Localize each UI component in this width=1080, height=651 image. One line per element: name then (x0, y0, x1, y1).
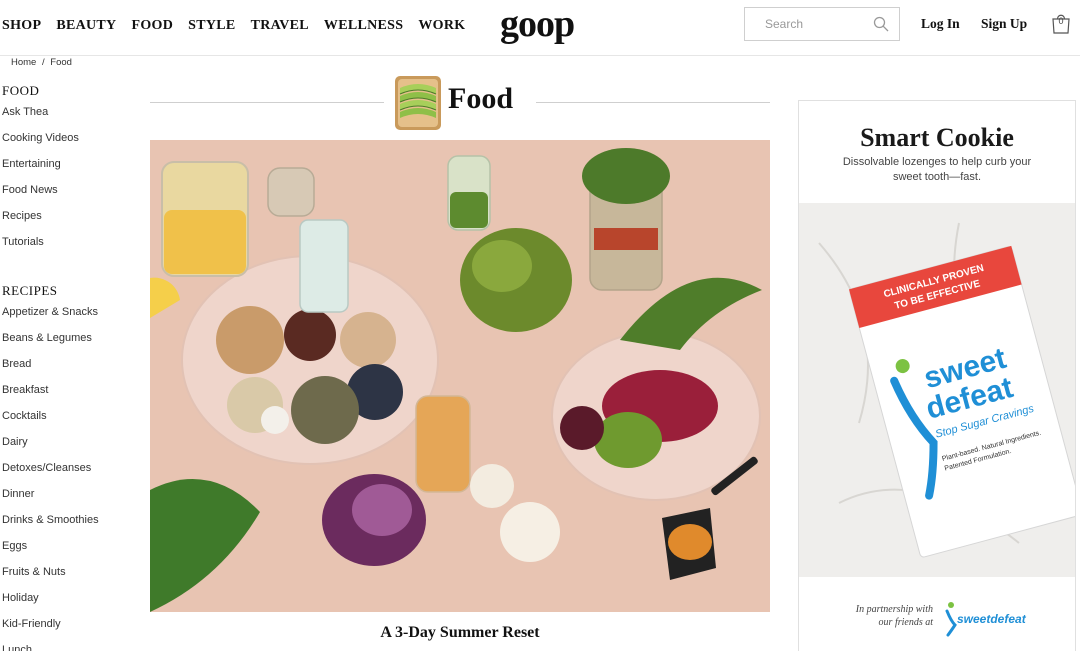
sidebar-item-cooking-videos[interactable]: Cooking Videos (2, 131, 142, 157)
nav-work[interactable]: WORK (418, 18, 465, 34)
login-link[interactable]: Log In (921, 16, 960, 32)
nav-travel[interactable]: TRAVEL (251, 18, 309, 34)
title-rule-right (536, 102, 770, 103)
sidebar-heading-food[interactable]: FOOD (2, 83, 142, 105)
sidebar-item-appetizer-snacks[interactable]: Appetizer & Snacks (2, 305, 142, 331)
breadcrumb-home[interactable]: Home (11, 57, 36, 68)
nav-style[interactable]: STYLE (188, 18, 235, 34)
sidebar-item-cocktails[interactable]: Cocktails (2, 409, 142, 435)
sweetdefeat-logo-icon: sweetdefeat (945, 602, 1027, 637)
signup-link[interactable]: Sign Up (981, 16, 1027, 32)
site-header: SHOP BEAUTY FOOD STYLE TRAVEL WELLNESS W… (0, 0, 1080, 56)
sidebar-item-drinks-smoothies[interactable]: Drinks & Smoothies (2, 513, 142, 539)
hero-caption[interactable]: A 3-Day Summer Reset (150, 624, 770, 642)
sidebar-item-dairy[interactable]: Dairy (2, 435, 142, 461)
advertisement[interactable]: Smart Cookie Dissolvable lozenges to hel… (798, 100, 1076, 651)
nav-food[interactable]: FOOD (131, 18, 173, 34)
sidebar-item-ask-thea[interactable]: Ask Thea (2, 105, 142, 131)
ad-subtitle: Dissolvable lozenges to help curb your s… (842, 156, 1032, 183)
breadcrumb-current[interactable]: Food (50, 57, 72, 68)
cart-count: 0 (1058, 16, 1064, 26)
sidebar-item-food-news[interactable]: Food News (2, 183, 142, 209)
page-title: Food (448, 82, 514, 115)
sidebar-item-beans-legumes[interactable]: Beans & Legumes (2, 331, 142, 357)
sidebar-item-holiday[interactable]: Holiday (2, 591, 142, 617)
sidebar-item-dinner[interactable]: Dinner (2, 487, 142, 513)
sidebar-item-tutorials[interactable]: Tutorials (2, 235, 142, 261)
nav-shop[interactable]: SHOP (2, 18, 41, 34)
nav-wellness[interactable]: WELLNESS (324, 18, 403, 34)
sidebar-item-entertaining[interactable]: Entertaining (2, 157, 142, 183)
partner-brand-text: sweetdefeat (957, 612, 1027, 626)
sidebar-item-bread[interactable]: Bread (2, 357, 142, 383)
sidebar-item-recipes[interactable]: Recipes (2, 209, 142, 235)
main-nav: SHOP BEAUTY FOOD STYLE TRAVEL WELLNESS W… (2, 18, 480, 34)
product-box: CLINICALLY PROVEN TO BE EFFECTIVE sweet … (799, 203, 1075, 577)
breadcrumb-separator: / (41, 57, 45, 68)
sweetdefeat-logo[interactable]: sweetdefeat (941, 599, 1041, 639)
sidebar-item-breakfast[interactable]: Breakfast (2, 383, 142, 409)
ad-partner-text: In partnership with our friends at (855, 604, 933, 628)
search-input[interactable] (765, 17, 865, 31)
site-logo[interactable]: goop (500, 2, 575, 46)
sidebar-item-kid-friendly[interactable]: Kid-Friendly (2, 617, 142, 643)
sidebar-item-detoxes-cleanses[interactable]: Detoxes/Cleanses (2, 461, 142, 487)
title-rule-left (150, 102, 384, 103)
sidebar-item-fruits-nuts[interactable]: Fruits & Nuts (2, 565, 142, 591)
category-sidebar: FOOD Ask Thea Cooking Videos Entertainin… (2, 83, 142, 651)
search-icon[interactable] (873, 16, 889, 32)
hero-image[interactable] (150, 140, 770, 612)
hero-illustration (150, 140, 770, 612)
section-title-row: Food (150, 72, 770, 132)
ad-title: Smart Cookie (860, 123, 1014, 152)
avocado-toast-icon (395, 76, 441, 130)
sidebar-item-eggs[interactable]: Eggs (2, 539, 142, 565)
sidebar-heading-recipes[interactable]: RECIPES (2, 283, 142, 305)
breadcrumb: Home / Food (11, 57, 75, 68)
search-box[interactable] (744, 7, 900, 41)
nav-beauty[interactable]: BEAUTY (56, 18, 116, 34)
sidebar-item-lunch[interactable]: Lunch (2, 643, 142, 651)
ad-product-image[interactable]: CLINICALLY PROVEN TO BE EFFECTIVE sweet … (799, 203, 1075, 577)
